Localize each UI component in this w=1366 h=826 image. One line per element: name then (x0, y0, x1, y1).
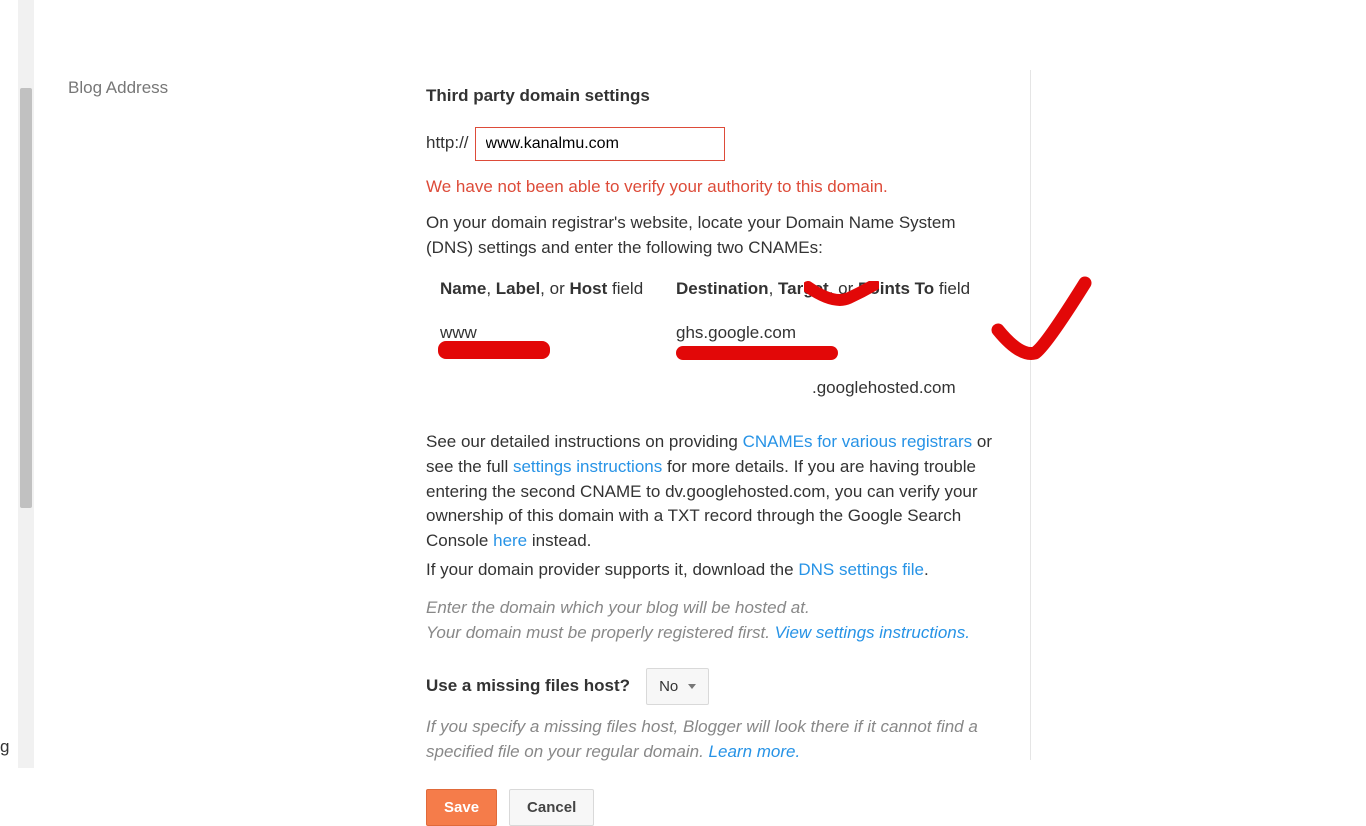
domain-input[interactable] (475, 127, 725, 161)
link-cname-registrars[interactable]: CNAMEs for various registrars (743, 432, 973, 451)
cut-off-text: g (0, 737, 9, 757)
help1-line2: Your domain must be properly registered … (426, 623, 775, 642)
header-or-1: , or (540, 279, 569, 298)
cname2-dest-suffix: .googlehosted.com (812, 378, 956, 397)
missing-files-label: Use a missing files host? (426, 674, 630, 699)
link-learn-more[interactable]: Learn more. (709, 742, 801, 761)
para2-a: If your domain provider supports it, dow… (426, 560, 798, 579)
header-target: Target (778, 279, 829, 298)
header-or-2: , or (829, 279, 858, 298)
missing-files-dropdown[interactable]: No (646, 668, 709, 706)
missing-files-row: Use a missing files host? No (426, 668, 1006, 706)
cname1-dest: ghs.google.com (676, 321, 996, 346)
cancel-button[interactable]: Cancel (509, 789, 594, 826)
header-points: Points To (858, 279, 934, 298)
para2-b: . (924, 560, 929, 579)
cname-header-right: Destination, Target, or Points To field (676, 277, 996, 302)
missing-files-help-text: If you specify a missing files host, Blo… (426, 715, 1006, 764)
button-row: Save Cancel (426, 789, 1006, 826)
dns-file-paragraph: If your domain provider supports it, dow… (426, 558, 1006, 583)
registrar-help-paragraph: See our detailed instructions on providi… (426, 430, 1006, 553)
caret-down-icon (688, 684, 696, 689)
domain-help-text: Enter the domain which your blog will be… (426, 596, 1006, 645)
domain-settings-content: Third party domain settings http:// We h… (426, 84, 1006, 826)
cname2-dest: xxxxxxxxxxxxxxxx.googlehosted.com (676, 376, 996, 401)
header-label: Label (496, 279, 540, 298)
domain-error-text: We have not been able to verify your aut… (426, 175, 1006, 200)
link-view-settings-instructions[interactable]: View settings instructions. (775, 623, 970, 642)
domain-url-row: http:// (426, 127, 1006, 161)
scroll-thumb[interactable] (20, 88, 32, 508)
header-field-1: field (607, 279, 643, 298)
cname-row-2: xxxxxxxxxxxxxxxx.googlehosted.com (440, 376, 1006, 401)
para1-d: instead. (527, 531, 591, 550)
header-host: Host (569, 279, 607, 298)
header-dest: Destination (676, 279, 769, 298)
vertical-scrollbar[interactable] (18, 0, 34, 768)
link-dns-settings-file[interactable]: DNS settings file (798, 560, 924, 579)
dropdown-value: No (659, 676, 678, 698)
dns-instructions: On your domain registrar's website, loca… (426, 211, 1006, 260)
cname1-name: www (440, 321, 676, 346)
cname2-name (440, 376, 676, 401)
cname-table: Name, Label, or Host field Destination, … (440, 277, 1006, 401)
header-field-2: field (934, 279, 970, 298)
help2-a: If you specify a missing files host, Blo… (426, 717, 978, 761)
save-button[interactable]: Save (426, 789, 497, 826)
para1-a: See our detailed instructions on providi… (426, 432, 743, 451)
link-settings-instructions[interactable]: settings instructions (513, 457, 662, 476)
cname-header-left: Name, Label, or Host field (440, 277, 676, 302)
section-heading: Third party domain settings (426, 84, 1006, 109)
help1-line1: Enter the domain which your blog will be… (426, 596, 1006, 621)
cname-header-row: Name, Label, or Host field Destination, … (440, 277, 1006, 302)
url-prefix-label: http:// (426, 131, 469, 156)
link-search-console-here[interactable]: here (493, 531, 527, 550)
header-name: Name (440, 279, 486, 298)
cname-row-1: www ghs.google.com (440, 321, 1006, 346)
